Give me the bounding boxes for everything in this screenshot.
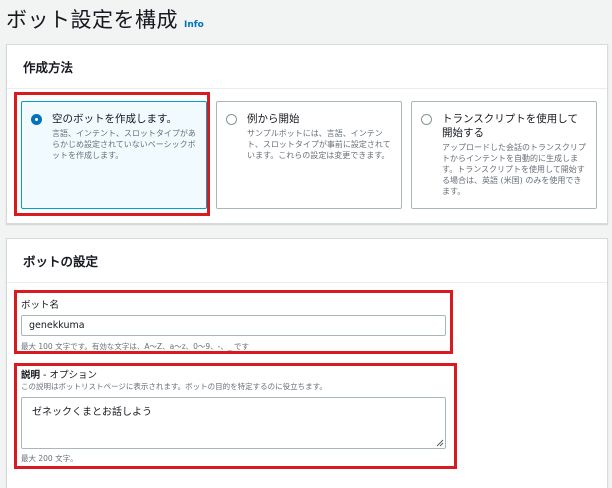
tile-description: サンプルボットには、言語、インテント、スロットタイプが事前に設定されています。こ… xyxy=(247,129,391,160)
description-help-text: この説明はボットリストページに表示されます。ボットの目的を特定するのに役立ちます… xyxy=(21,382,327,391)
tile-create-empty-bot[interactable]: 空のボットを作成します。 言語、インテント、スロットタイプがあらかじめ設定されて… xyxy=(21,101,207,209)
bot-name-label: ボット名 xyxy=(21,300,60,311)
bot-settings-header: ボットの設定 xyxy=(7,239,607,283)
description-label: 説明 xyxy=(21,370,41,381)
tile-description: 言語、インテント、スロットタイプがあらかじめ設定されていないベーシックボットを作… xyxy=(52,129,196,160)
bot-settings-panel: ボットの設定 ボット名 最大 100 文字です。有効な文字は、A〜Z、a〜z、0… xyxy=(6,238,608,488)
tile-title: 空のボットを作成します。 xyxy=(52,113,177,125)
description-optional-tag: - オプション xyxy=(43,370,97,381)
info-link[interactable]: Info xyxy=(184,20,204,30)
tile-title: トランスクリプトを使用して開始する xyxy=(442,113,578,139)
page-header: ボット設定を構成 Info xyxy=(6,4,204,34)
creation-method-heading: 作成方法 xyxy=(23,60,74,75)
radio-unselected-icon[interactable] xyxy=(226,114,237,125)
tile-start-from-example[interactable]: 例から開始 サンプルボットには、言語、インテント、スロットタイプが事前に設定され… xyxy=(216,101,402,209)
radio-selected-icon[interactable] xyxy=(31,114,42,125)
page-title: ボット設定を構成 xyxy=(6,8,178,32)
tile-description: アップロードした会話のトランスクリプトからインテントを自動的に生成します。トラン… xyxy=(442,143,586,196)
description-constraint: 最大 200 文字。 xyxy=(21,454,78,463)
radio-unselected-icon[interactable] xyxy=(421,114,432,125)
bot-name-constraint: 最大 100 文字です。有効な文字は、A〜Z、a〜z、0〜9、-、_ です xyxy=(21,342,250,351)
tile-title: 例から開始 xyxy=(247,113,300,125)
description-textarea[interactable]: ゼネックくまとお話しよう xyxy=(21,397,446,449)
creation-method-header: 作成方法 xyxy=(7,45,607,89)
description-label-row: 説明 - オプション xyxy=(21,367,97,381)
bot-settings-heading: ボットの設定 xyxy=(23,254,99,269)
bot-name-input[interactable] xyxy=(21,315,446,336)
creation-method-panel: 作成方法 空のボットを作成します。 言語、インテント、スロットタイプがあらかじめ… xyxy=(6,44,608,224)
tile-start-with-transcript[interactable]: トランスクリプトを使用して開始する アップロードした会話のトランスクリプトからイ… xyxy=(411,101,597,209)
